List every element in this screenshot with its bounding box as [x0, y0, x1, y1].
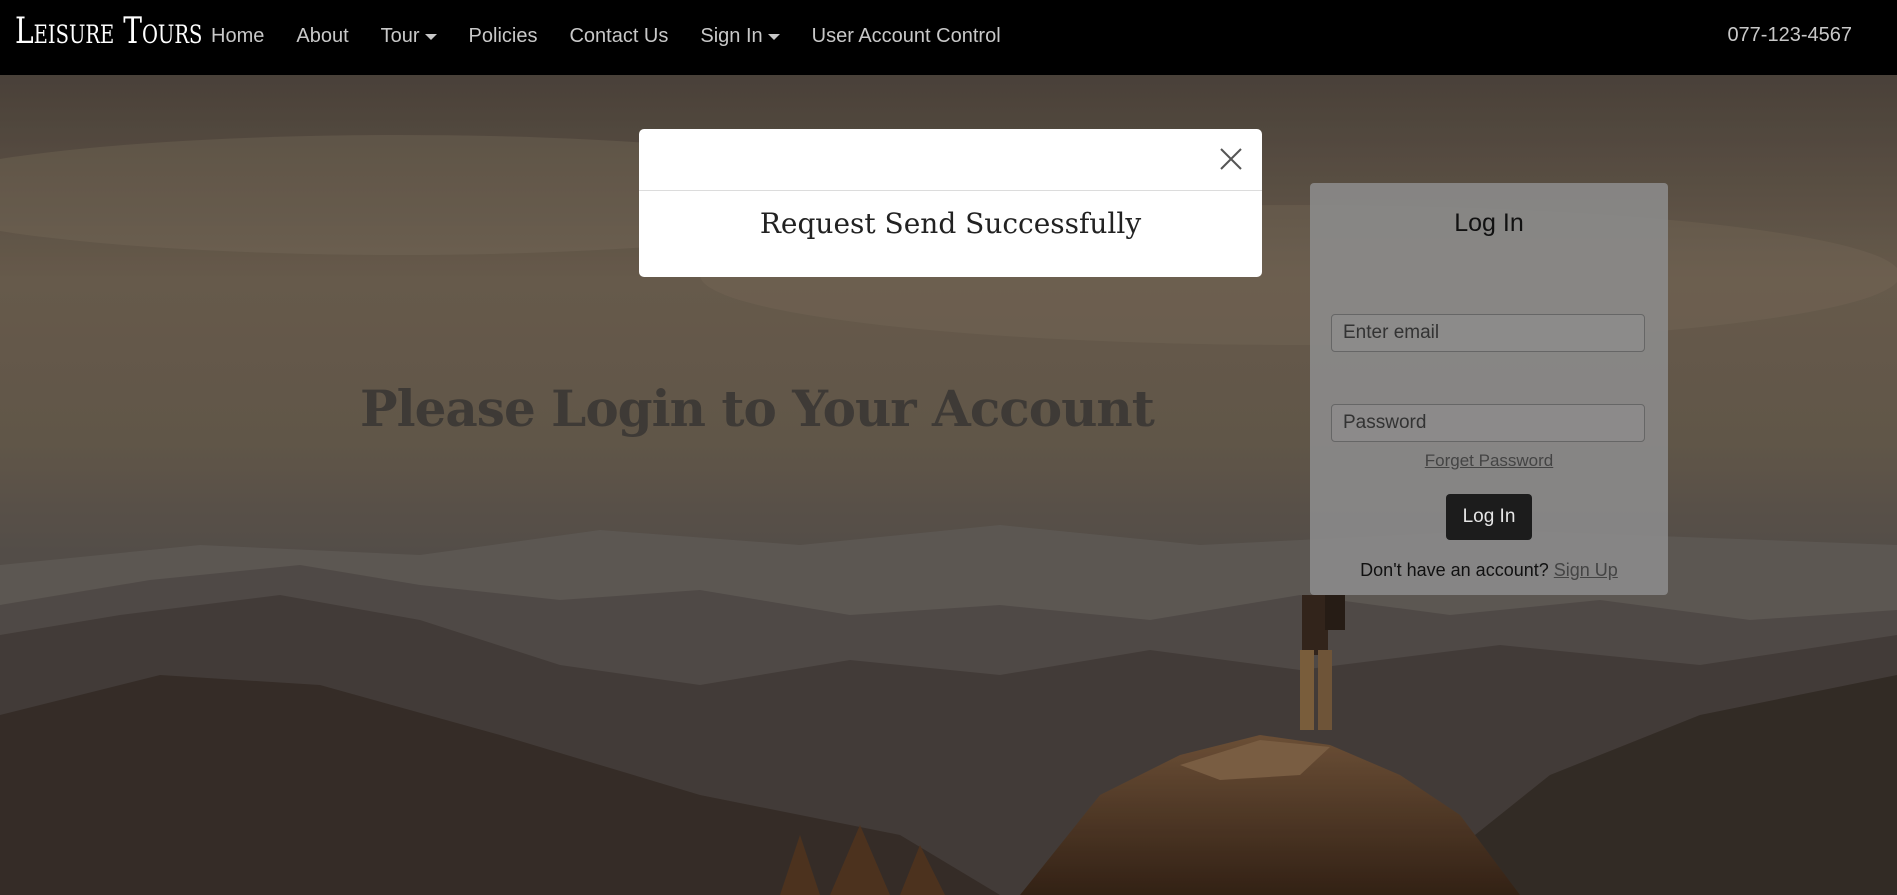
nav-tour-label: Tour	[380, 24, 420, 47]
nav-uac-label: User Account Control	[811, 24, 1001, 47]
signup-prompt-text: Don't have an account?	[1360, 560, 1549, 580]
nav-links: Home About Tour Policies Contact Us Sign…	[211, 0, 1033, 72]
signup-prompt-line: Don't have an account? Sign Up	[1310, 560, 1668, 581]
login-button[interactable]: Log In	[1446, 494, 1532, 540]
forget-password-link[interactable]: Forget Password	[1310, 451, 1668, 471]
nav-about-label: About	[296, 24, 349, 47]
password-field[interactable]	[1331, 404, 1645, 442]
top-navbar: Leisure Tours Home About Tour Policies C…	[0, 0, 1897, 75]
login-card: Log In Forget Password Log In Don't have…	[1310, 183, 1668, 595]
page-title: Please Login to Your Account	[360, 378, 1155, 438]
nav-tour-dropdown[interactable]: Tour	[381, 25, 437, 48]
nav-home[interactable]: Home	[211, 25, 264, 48]
close-icon[interactable]	[1218, 146, 1244, 172]
phone-number: 077-123-4567	[1727, 24, 1852, 46]
nav-policies-label: Policies	[468, 24, 538, 47]
login-title: Log In	[1454, 209, 1524, 237]
caret-down-icon	[424, 34, 437, 40]
modal-header	[639, 129, 1262, 191]
nav-user-account-control[interactable]: User Account Control	[812, 25, 1001, 48]
modal-message: Request Send Successfully	[759, 207, 1142, 240]
nav-about[interactable]: About	[296, 25, 348, 48]
nav-sign-in-label: Sign In	[700, 24, 763, 47]
success-modal: Request Send Successfully	[639, 129, 1262, 277]
nav-policies[interactable]: Policies	[469, 25, 538, 48]
email-field[interactable]	[1331, 314, 1645, 352]
brand-logo[interactable]: Leisure Tours	[15, 11, 202, 52]
caret-down-icon	[767, 34, 780, 40]
signup-link[interactable]: Sign Up	[1554, 560, 1618, 580]
nav-contact-us[interactable]: Contact Us	[569, 25, 668, 48]
nav-contact-label: Contact Us	[569, 24, 669, 47]
nav-sign-in-dropdown[interactable]: Sign In	[700, 24, 780, 48]
nav-home-label: Home	[211, 24, 265, 47]
